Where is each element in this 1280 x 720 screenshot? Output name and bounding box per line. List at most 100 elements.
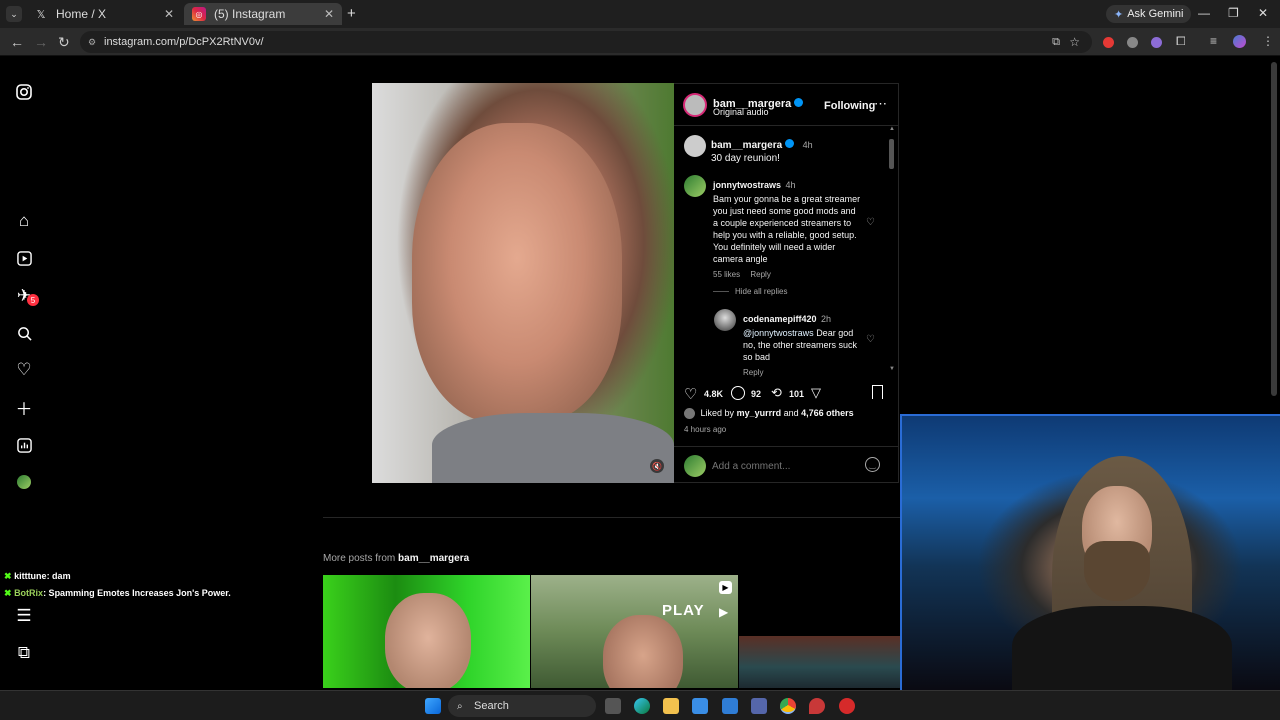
home-icon[interactable]: ⌂ (14, 211, 34, 231)
mute-icon[interactable]: 🔇 (650, 459, 664, 473)
like-icon[interactable]: ♡ (684, 385, 697, 403)
extension-grey-icon[interactable] (1127, 37, 1138, 48)
extensions-puzzle-icon[interactable]: ⧠ (1176, 34, 1186, 49)
reply-mention-link[interactable]: @jonnytwostraws (743, 328, 814, 338)
maximize-icon[interactable]: ❐ (1228, 6, 1239, 20)
extension-red-icon[interactable] (1103, 37, 1114, 48)
tab-x-home[interactable]: 𝕏 Home / X ✕ (26, 3, 182, 25)
emoji-picker-icon[interactable]: ‿ (865, 457, 880, 472)
comment-username[interactable]: jonnytwostraws (713, 180, 781, 190)
comment-icon[interactable] (731, 386, 745, 400)
hide-replies-toggle[interactable]: Hide all replies (713, 287, 787, 296)
create-icon[interactable]: ＋ (14, 397, 34, 419)
comment-reply-button[interactable]: Reply (750, 270, 770, 279)
reply-avatar[interactable] (714, 309, 736, 331)
chat-badge-icon: ✖ (4, 571, 12, 581)
add-comment-input[interactable] (712, 457, 862, 475)
task-view-icon[interactable] (605, 698, 621, 714)
share-icon[interactable]: ▽ (811, 385, 821, 401)
app-icon[interactable] (839, 698, 855, 714)
post-audio-label[interactable]: Original audio (713, 107, 769, 117)
page-scrollbar[interactable] (1271, 62, 1277, 396)
scroll-down-icon[interactable]: ▼ (889, 366, 895, 372)
file-explorer-icon[interactable] (663, 698, 679, 714)
repost-count[interactable]: 101 (789, 389, 804, 399)
reload-icon[interactable]: ↻ (58, 34, 70, 51)
site-info-icon[interactable]: ⚙ (88, 37, 96, 48)
chrome-icon[interactable] (780, 698, 796, 714)
install-app-icon[interactable]: ⧉ (1052, 36, 1060, 49)
liked-by: Liked by my_yurrrd and 4,766 others (684, 408, 854, 420)
tab-instagram[interactable]: ◎ (5) Instagram ✕ (184, 3, 342, 25)
reel-icon: ▶ (719, 581, 732, 594)
reels-icon[interactable] (14, 248, 34, 268)
tab-search-dropdown-icon[interactable]: ⌄ (6, 6, 22, 22)
comment-likes[interactable]: 55 likes (713, 270, 740, 279)
reply-username[interactable]: codenamepiff420 (743, 314, 817, 324)
store-icon[interactable] (692, 698, 708, 714)
liked-by-others-link[interactable]: 4,766 others (801, 408, 854, 418)
verified-badge-icon (785, 139, 795, 149)
like-count[interactable]: 4.8K (704, 389, 723, 399)
dashboard-icon[interactable] (14, 435, 34, 455)
search-icon: ⌕ (457, 700, 463, 712)
comments-scroll-thumb[interactable] (889, 139, 894, 169)
reply-time: 2h (820, 314, 831, 324)
save-bookmark-icon[interactable] (872, 385, 883, 399)
back-icon[interactable]: ← (10, 34, 24, 50)
also-from-meta-icon[interactable]: ⧉ (14, 643, 34, 663)
video-face-shape (412, 123, 622, 423)
repost-icon[interactable]: ⟲ (771, 385, 782, 401)
post-video[interactable] (372, 83, 674, 483)
reply-comment: codenamepiff420 2h @jonnytwostraws Dear … (743, 309, 863, 377)
caption: bam__margera 4h 30 day reunion! (711, 135, 881, 165)
instagram-logo-icon[interactable] (14, 82, 34, 102)
reading-list-icon[interactable]: ≡ (1210, 34, 1217, 48)
comment-count[interactable]: 92 (751, 389, 761, 399)
reply-reply-button[interactable]: Reply (743, 368, 863, 377)
notifications-heart-icon[interactable]: ♡ (14, 360, 34, 380)
comment-avatar[interactable] (684, 175, 706, 197)
following-button[interactable]: Following (824, 100, 875, 112)
close-tab-icon[interactable]: ✕ (324, 7, 334, 21)
ask-gemini-button[interactable]: ✦ Ask Gemini (1106, 5, 1192, 23)
app-icon[interactable] (809, 698, 825, 714)
forward-icon[interactable]: → (34, 34, 48, 50)
comment-like-icon[interactable]: ♡ (866, 217, 875, 228)
app-icon[interactable] (751, 698, 767, 714)
bookmark-star-icon[interactable]: ☆ (1069, 35, 1080, 49)
windows-taskbar: ⌕ Search (0, 690, 1280, 720)
liked-by-user-link[interactable]: my_yurrrd (737, 408, 782, 418)
liked-by-avatar (684, 408, 695, 420)
caption-avatar[interactable] (684, 135, 706, 157)
new-tab-icon[interactable]: + (347, 5, 356, 22)
post-timestamp[interactable]: 4 hours ago (684, 425, 726, 434)
profile-avatar[interactable] (17, 475, 31, 489)
extension-purple-icon[interactable] (1151, 37, 1162, 48)
more-options-icon[interactable]: ⋯ (874, 96, 887, 112)
more-post-thumbnail[interactable]: PLAY ▶ ▶ (531, 575, 738, 688)
gemini-sparkle-icon: ✦ (1114, 8, 1124, 21)
search-icon[interactable] (14, 323, 34, 343)
more-post-thumbnail[interactable] (739, 636, 900, 688)
taskbar-search[interactable]: ⌕ Search (448, 695, 596, 717)
more-post-thumbnail[interactable] (323, 575, 530, 688)
profile-avatar-icon[interactable] (1233, 35, 1246, 48)
scroll-up-icon[interactable]: ▲ (889, 126, 895, 132)
more-posts-user-link[interactable]: bam__margera (398, 553, 469, 564)
edge-icon[interactable] (634, 698, 650, 714)
close-window-icon[interactable]: ✕ (1258, 6, 1268, 20)
comment-time: 4h (785, 180, 796, 190)
author-avatar[interactable] (683, 93, 707, 117)
minimize-icon[interactable]: — (1198, 6, 1210, 20)
section-divider (323, 517, 900, 518)
instagram-icon: ◎ (192, 7, 206, 21)
start-menu-icon[interactable] (425, 698, 441, 714)
more-menu-icon[interactable]: ☰ (14, 606, 34, 626)
mail-icon[interactable] (722, 698, 738, 714)
address-bar[interactable]: ⚙ instagram.com/p/DcPX2RtNV0v/ ⧉ ☆ (80, 31, 1092, 53)
close-tab-icon[interactable]: ✕ (164, 7, 174, 21)
reply-like-icon[interactable]: ♡ (866, 334, 875, 345)
caption-username[interactable]: bam__margera (711, 140, 782, 151)
browser-menu-icon[interactable]: ⋮ (1262, 34, 1274, 48)
